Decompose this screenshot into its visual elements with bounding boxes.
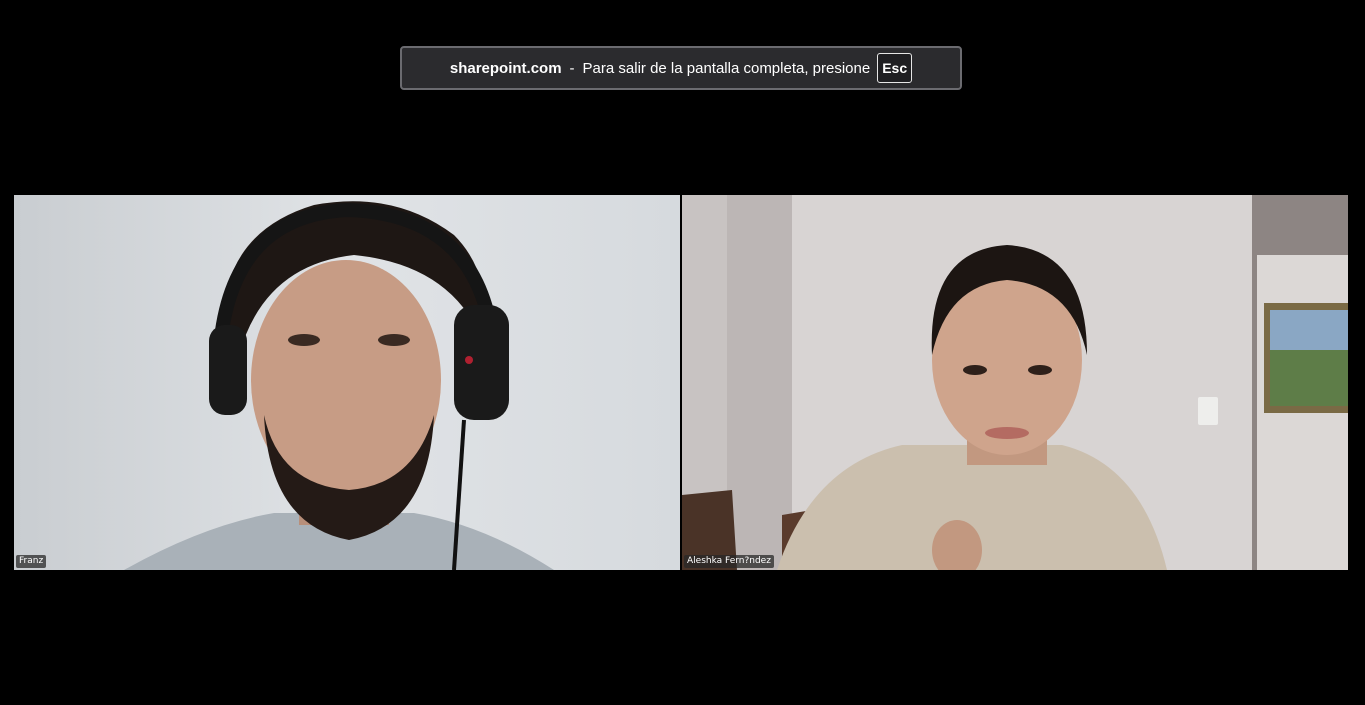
meeting-stage: sharepoint.com - Para salir de la pantal… [0, 0, 1365, 705]
fullscreen-host: sharepoint.com [449, 59, 562, 77]
fullscreen-separator: - [569, 59, 575, 77]
fullscreen-notification: sharepoint.com - Para salir de la pantal… [400, 46, 962, 90]
video-tile-franz[interactable]: Franz [14, 195, 680, 570]
participant-video-aleshka [682, 195, 1348, 570]
video-tile-aleshka[interactable]: Aleshka Fern?ndez [682, 195, 1348, 570]
participant-name-tag: Franz [16, 555, 47, 568]
esc-key-badge: Esc [877, 53, 913, 83]
fullscreen-message: Para salir de la pantalla completa, pres… [582, 59, 871, 77]
participant-video-franz [14, 195, 680, 570]
participant-name-tag: Aleshka Fern?ndez [684, 555, 774, 568]
